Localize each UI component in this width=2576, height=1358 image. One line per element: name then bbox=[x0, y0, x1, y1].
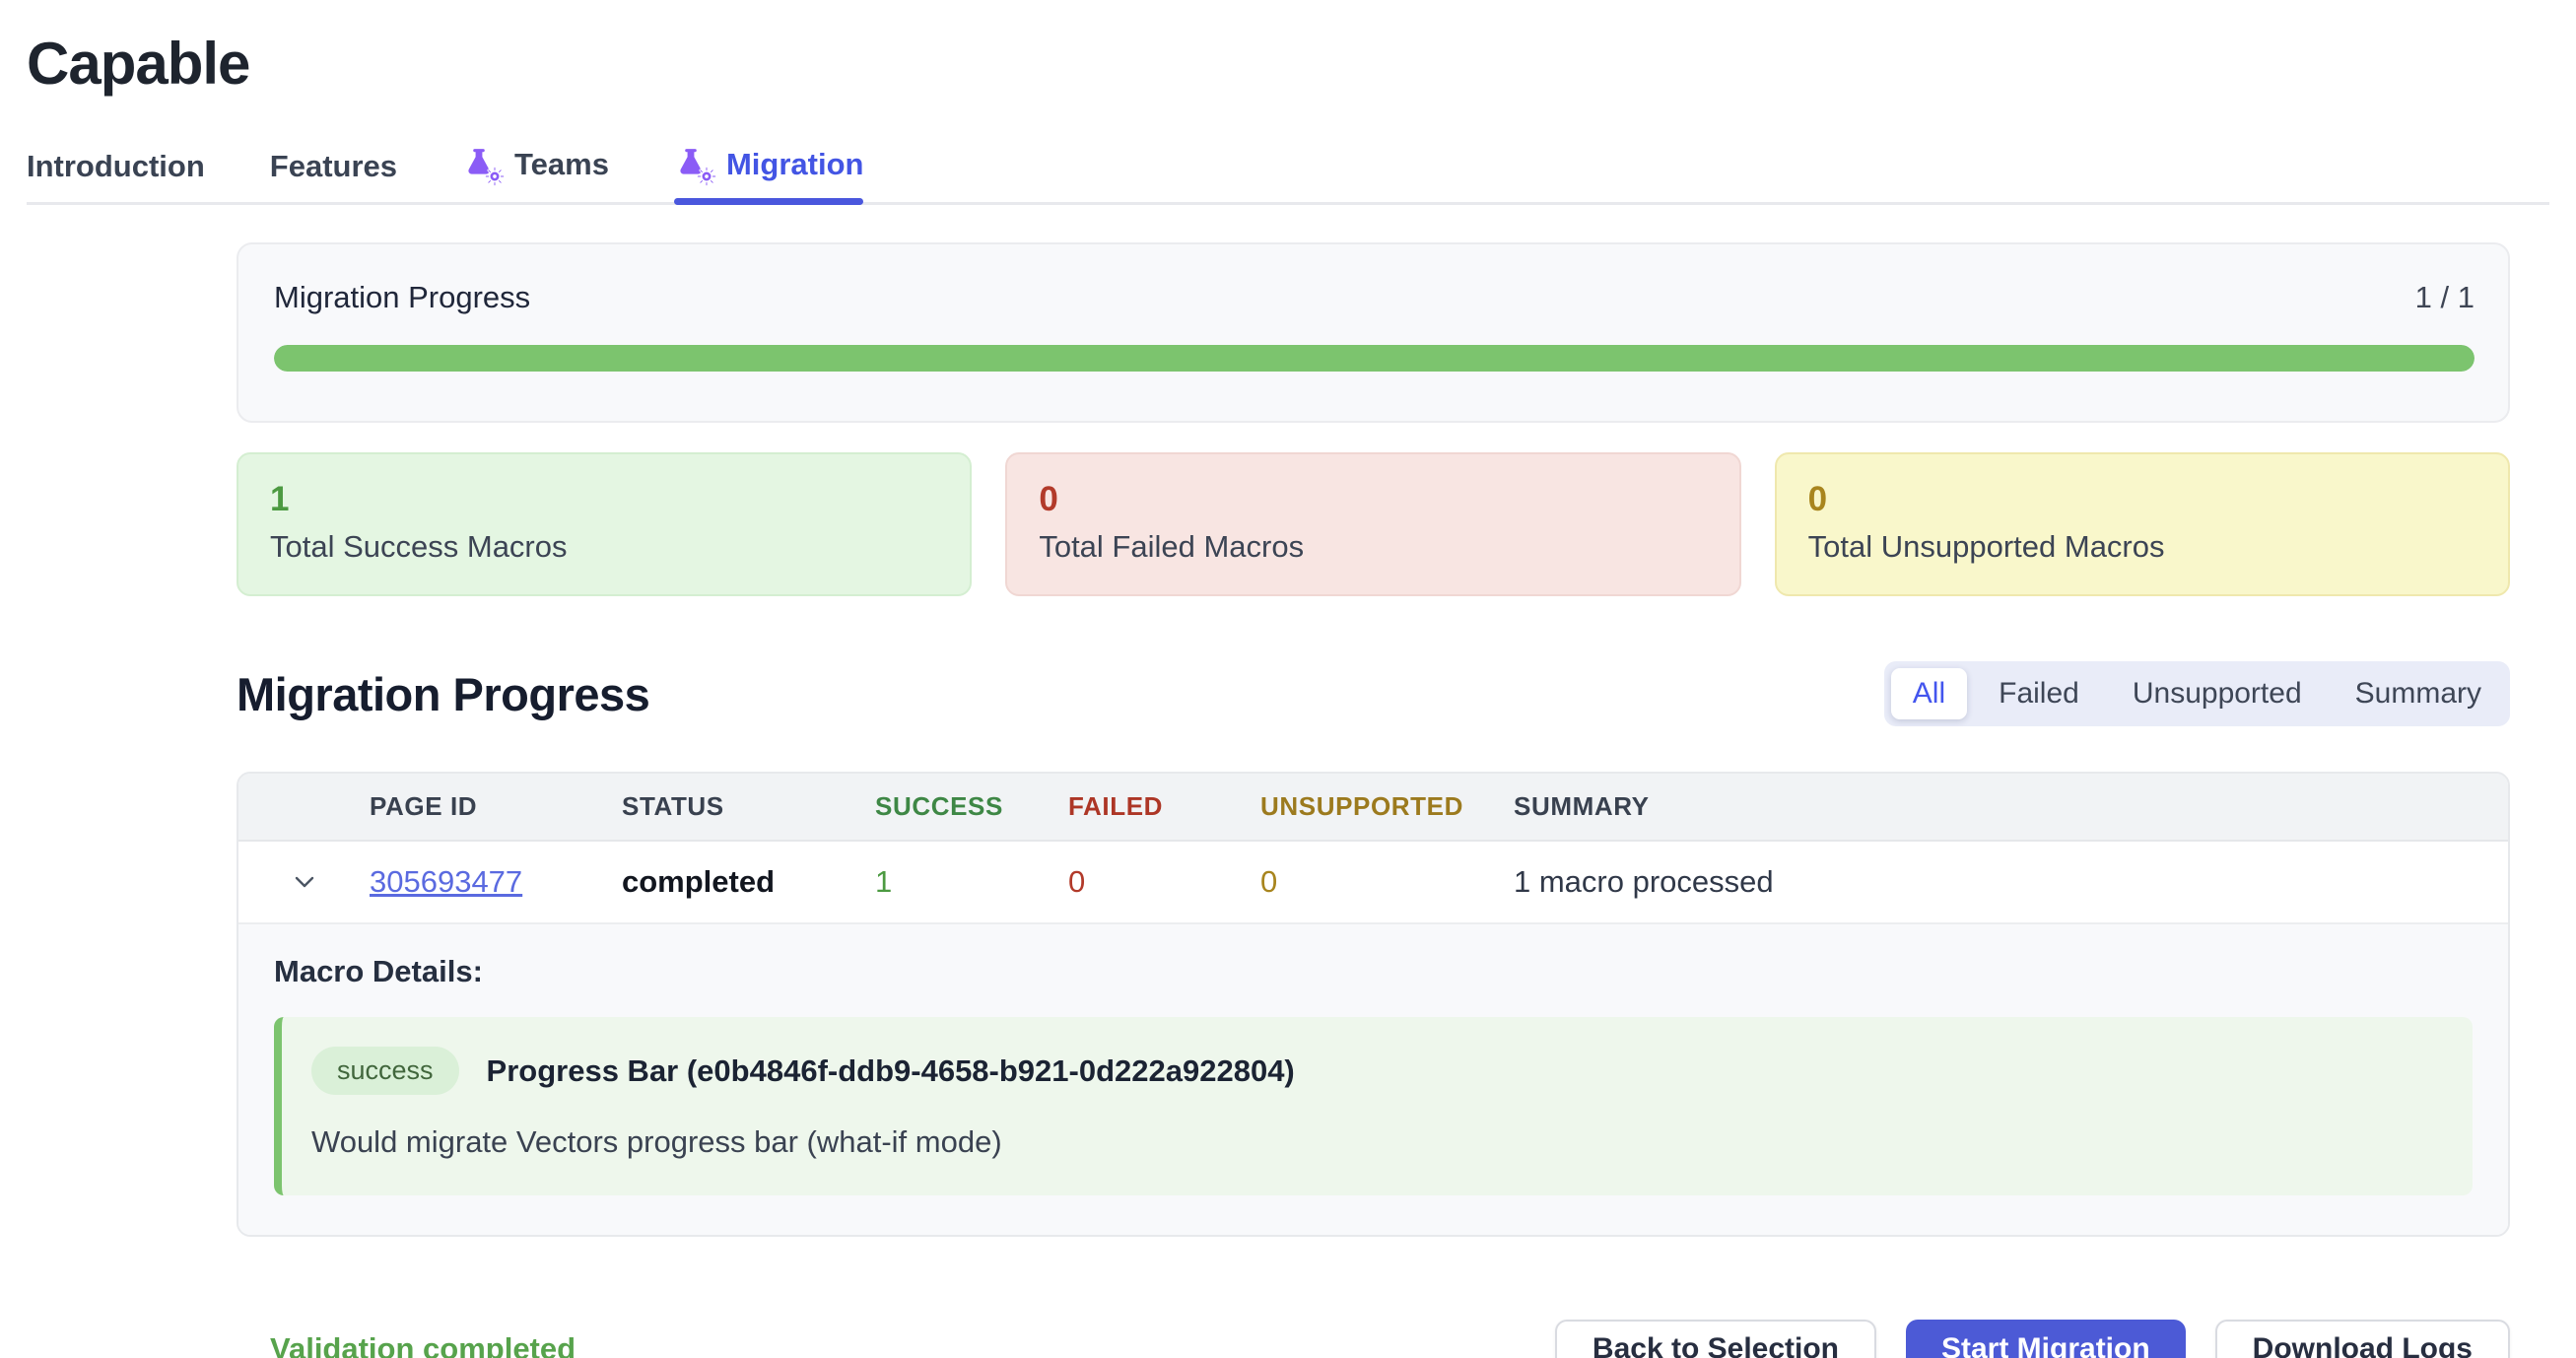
tab-introduction[interactable]: Introduction bbox=[27, 149, 205, 202]
stat-value: 1 bbox=[270, 480, 940, 519]
row-expand-button[interactable] bbox=[289, 866, 320, 898]
back-to-selection-button[interactable]: Back to Selection bbox=[1555, 1320, 1876, 1358]
stat-label: Total Failed Macros bbox=[1039, 529, 1709, 565]
progress-bar-track bbox=[274, 345, 2474, 372]
stat-value: 0 bbox=[1039, 480, 1709, 519]
stat-label: Total Success Macros bbox=[270, 529, 940, 565]
summary-cell: 1 macro processed bbox=[1514, 864, 2508, 900]
page-id-link[interactable]: 305693477 bbox=[370, 864, 522, 899]
macro-entry: success Progress Bar (e0b4846f-ddb9-4658… bbox=[274, 1017, 2473, 1195]
stat-cards-row: 1 Total Success Macros 0 Total Failed Ma… bbox=[237, 452, 2510, 596]
tab-label: Features bbox=[270, 149, 397, 184]
validation-status: Validation completed bbox=[270, 1331, 576, 1358]
progress-counter: 1 / 1 bbox=[2415, 280, 2474, 315]
main-content: Migration Progress 1 / 1 1 Total Success… bbox=[237, 242, 2510, 1358]
tab-label: Migration bbox=[726, 147, 864, 182]
header-unsupported: UNSUPPORTED bbox=[1260, 791, 1514, 822]
unsupported-cell: 0 bbox=[1260, 864, 1514, 900]
section-header: Migration Progress All Failed Unsupporte… bbox=[237, 661, 2510, 726]
tab-label: Introduction bbox=[27, 149, 205, 184]
tab-teams[interactable]: Teams bbox=[462, 145, 609, 202]
header-page-id: PAGE ID bbox=[370, 791, 622, 822]
tab-label: Teams bbox=[514, 147, 609, 182]
table-row: 305693477 completed 1 0 0 1 macro proces… bbox=[238, 842, 2508, 922]
stat-label: Total Unsupported Macros bbox=[1808, 529, 2478, 565]
status-badge: success bbox=[311, 1047, 459, 1095]
filter-segmented-control: All Failed Unsupported Summary bbox=[1884, 661, 2510, 726]
filter-summary[interactable]: Summary bbox=[2334, 668, 2503, 719]
stat-card-failed: 0 Total Failed Macros bbox=[1005, 452, 1740, 596]
progress-bar-fill bbox=[274, 345, 2474, 372]
macro-details-heading: Macro Details: bbox=[274, 954, 2473, 989]
tab-migration[interactable]: Migration bbox=[674, 145, 864, 202]
stat-card-unsupported: 0 Total Unsupported Macros bbox=[1775, 452, 2510, 596]
status-cell: completed bbox=[622, 864, 875, 900]
macro-details-panel: Macro Details: success Progress Bar (e0b… bbox=[238, 922, 2508, 1235]
tab-bar: Introduction Features bbox=[27, 145, 2549, 205]
results-table: PAGE ID STATUS SUCCESS FAILED UNSUPPORTE… bbox=[237, 772, 2510, 1237]
header-summary: SUMMARY bbox=[1514, 791, 2508, 822]
header-failed: FAILED bbox=[1068, 791, 1260, 822]
migration-progress-card: Migration Progress 1 / 1 bbox=[237, 242, 2510, 423]
chevron-down-icon bbox=[289, 886, 320, 901]
progress-card-title: Migration Progress bbox=[274, 280, 530, 315]
flask-gear-icon bbox=[462, 145, 502, 184]
header-status: STATUS bbox=[622, 791, 875, 822]
section-heading: Migration Progress bbox=[237, 667, 649, 721]
header-success: SUCCESS bbox=[875, 791, 1068, 822]
footer-actions: Validation completed Back to Selection S… bbox=[237, 1320, 2510, 1358]
tab-features[interactable]: Features bbox=[270, 149, 397, 202]
filter-failed[interactable]: Failed bbox=[1977, 668, 2101, 719]
success-cell: 1 bbox=[875, 864, 1068, 900]
failed-cell: 0 bbox=[1068, 864, 1260, 900]
start-migration-button[interactable]: Start Migration bbox=[1906, 1320, 2186, 1358]
filter-all[interactable]: All bbox=[1891, 668, 1967, 719]
stat-card-success: 1 Total Success Macros bbox=[237, 452, 972, 596]
flask-gear-icon bbox=[674, 145, 713, 184]
page-title: Capable bbox=[27, 30, 2549, 98]
stat-value: 0 bbox=[1808, 480, 2478, 519]
filter-unsupported[interactable]: Unsupported bbox=[2111, 668, 2324, 719]
download-logs-button[interactable]: Download Logs bbox=[2215, 1320, 2510, 1358]
table-header-row: PAGE ID STATUS SUCCESS FAILED UNSUPPORTE… bbox=[238, 774, 2508, 842]
app: Capable Introduction Features bbox=[0, 0, 2576, 1358]
macro-title: Progress Bar (e0b4846f-ddb9-4658-b921-0d… bbox=[487, 1053, 1295, 1089]
macro-description: Would migrate Vectors progress bar (what… bbox=[311, 1124, 2439, 1160]
